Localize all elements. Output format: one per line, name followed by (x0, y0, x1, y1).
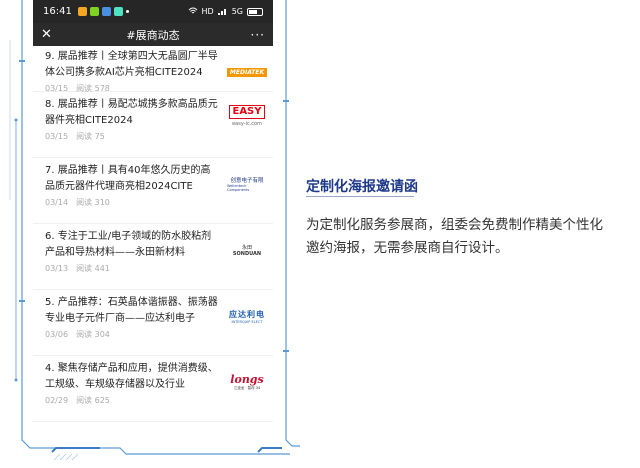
interquip-logo-sub: INTERQUIP ELECT (231, 319, 263, 324)
article-list: 9. 展品推荐丨全球第四大无晶圆厂半导体公司携多款AI芯片亮相CITE2024 … (33, 46, 273, 422)
status-bar: 16:41 HD 5G (33, 0, 273, 23)
longsys-logo: longs (230, 373, 264, 386)
article-views: 阅读 441 (76, 264, 110, 273)
list-item[interactable]: 6. 专注于工业/电子领域的防水胶粘剂产品和导热材料——永田新材料 03/13 阅… (33, 224, 273, 290)
status-right: HD 5G (188, 7, 263, 17)
article-title: 7. 展品推荐丨具有40年悠久历史的高品质元器件代理商亮相2024CITE (45, 165, 211, 192)
wellentech-logo: 创意电子有限 (230, 178, 264, 184)
section-description: 为定制化服务参展商，组委会免费制作精美个性化邀约海报，无需参展商自行设计。 (306, 217, 603, 256)
article-thumbnail: 创意电子有限 Wellentech Components (227, 172, 267, 196)
heading-underline (306, 196, 414, 197)
battery-icon (247, 7, 263, 16)
sonduan-logo-sub: SONDUAN (232, 250, 262, 257)
list-item[interactable]: 8. 展品推荐丨易配芯城携多款高品质元器件亮相CITE2024 03/15 阅读 … (33, 92, 273, 158)
close-icon[interactable]: ✕ (41, 27, 57, 42)
article-title: 4. 聚焦存储产品和应用，提供消费级、工规级、车规级存储器以及行业 (45, 363, 218, 390)
article-views: 阅读 304 (76, 330, 110, 339)
article-title: 6. 专注于工业/电子领域的防水胶粘剂产品和导热材料——永田新材料 (45, 231, 212, 258)
article-date: 03/14 (45, 198, 69, 207)
easy-logo-sub: easy-ic.com (232, 121, 262, 127)
mediatek-logo: MEDIATEK (226, 67, 268, 77)
app-notification-icon (101, 7, 111, 16)
article-thumbnail: MEDIATEK (226, 60, 268, 84)
article-title: 9. 展品推荐丨全球第四大无晶圆厂半导体公司携多款AI芯片亮相CITE2024 (45, 51, 218, 78)
signal-icon (217, 7, 228, 17)
section-heading: 定制化海报邀请函 (306, 179, 418, 195)
nav-bar: ✕ #展商动态 ··· (33, 23, 273, 46)
easy-logo: EASY (229, 105, 265, 119)
article-views: 阅读 625 (76, 396, 110, 405)
article-views: 阅读 310 (76, 198, 110, 207)
article-title: 5. 产品推荐：石英晶体谐振器、振荡器专业电子元件厂商——应达利电子 (45, 297, 218, 324)
article-date: 02/29 (45, 396, 69, 405)
article-thumbnail: longs 江波龙 · 智存 34 (227, 370, 267, 394)
app-notification-icon (113, 7, 123, 16)
article-meta: 03/14 阅读 310 (45, 197, 219, 208)
wifi-icon (188, 7, 198, 17)
article-thumbnail: EASY easy-ic.com (227, 98, 267, 134)
wellentech-logo-sub: Wellentech Components (227, 184, 250, 192)
list-item[interactable]: 5. 产品推荐：石英晶体谐振器、振荡器专业电子元件厂商——应达利电子 03/06… (33, 290, 273, 356)
status-time: 16:41 (43, 6, 72, 17)
article-meta: 03/06 阅读 304 (45, 329, 219, 340)
article-date: 03/13 (45, 264, 69, 273)
list-item[interactable]: 7. 展品推荐丨具有40年悠久历史的高品质元器件代理商亮相2024CITE 03… (33, 158, 273, 224)
list-item[interactable]: 9. 展品推荐丨全球第四大无晶圆厂半导体公司携多款AI芯片亮相CITE2024 … (33, 46, 273, 93)
signal-label: 5G (231, 7, 243, 16)
article-title: 8. 展品推荐丨易配芯城携多款高品质元器件亮相CITE2024 (45, 99, 218, 126)
article-thumbnail: 应达利电 INTERQUIP ELECT (227, 304, 267, 328)
article-thumbnail: 永田 SONDUAN (227, 238, 267, 262)
article-meta: 03/13 阅读 441 (45, 263, 219, 274)
sonduan-logo: 永田 (241, 244, 252, 251)
article-views: 阅读 75 (76, 132, 105, 141)
app-notification-icon (89, 7, 99, 16)
phone-screenshot: 16:41 HD 5G ✕ #展商动态 ··· 9. 展品推荐丨全球第四大无晶圆… (33, 0, 273, 440)
interquip-logo: 应达利电 (229, 309, 265, 319)
app-notification-icon (77, 7, 87, 16)
article-meta: 03/15 阅读 75 (45, 131, 219, 142)
article-date: 03/15 (45, 132, 69, 141)
page-title: #展商动态 (126, 28, 180, 42)
more-notifications-icon (125, 10, 129, 13)
article-date: 03/06 (45, 330, 69, 339)
notification-icons (77, 7, 129, 16)
network-type: HD (201, 7, 214, 16)
longsys-logo-sub: 江波龙 · 智存 34 (233, 386, 261, 390)
more-menu-icon[interactable]: ··· (249, 28, 265, 42)
list-item[interactable]: 4. 聚焦存储产品和应用，提供消费级、工规级、车规级存储器以及行业 02/29 阅… (33, 356, 273, 422)
article-meta: 02/29 阅读 625 (45, 395, 219, 406)
